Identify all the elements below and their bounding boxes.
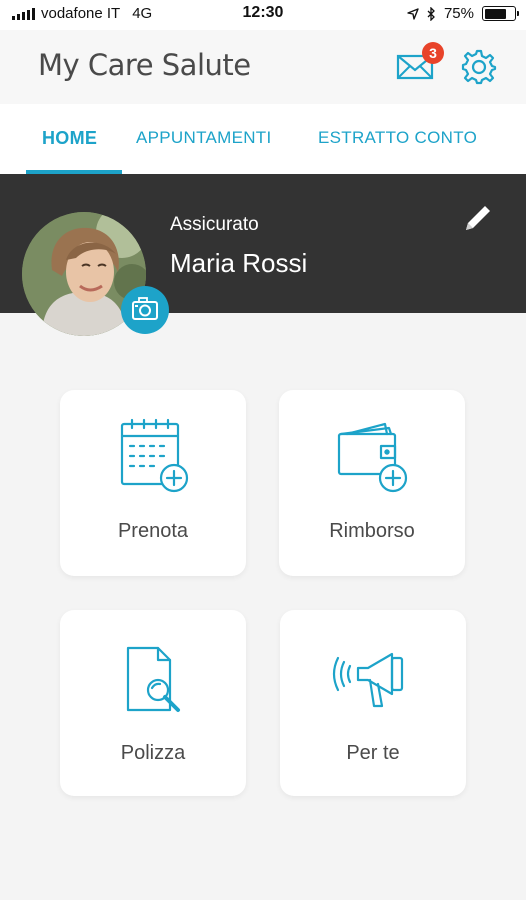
messages-button[interactable]: 3 [396, 42, 444, 82]
bluetooth-icon [427, 6, 435, 21]
app-header: My Care Salute 3 [0, 30, 526, 104]
pencil-icon [466, 206, 490, 230]
wallet-add-icon [327, 414, 417, 504]
calendar-add-icon [108, 414, 198, 504]
document-search-icon [108, 634, 198, 724]
app-logo: My Care Salute [38, 48, 251, 82]
rimborso-card[interactable]: Rimborso [279, 390, 465, 576]
gear-icon [461, 49, 497, 85]
battery-icon [482, 6, 519, 21]
prenota-card[interactable]: Prenota [60, 390, 246, 576]
per-te-card[interactable]: Per te [280, 610, 466, 796]
tab-estratto-conto[interactable]: ESTRATTO CONTO [318, 128, 477, 148]
tab-bar: HOME APPUNTAMENTI ESTRATTO CONTO [0, 104, 526, 174]
megaphone-icon [328, 634, 418, 724]
card-label: Polizza [120, 742, 186, 764]
edit-profile-button[interactable] [460, 200, 496, 236]
notification-badge: 3 [422, 42, 444, 64]
location-arrow-icon [407, 7, 419, 20]
profile-name: Maria Rossi [170, 248, 308, 278]
card-label: Rimborso [329, 520, 415, 542]
settings-button[interactable] [460, 48, 498, 86]
battery-fill [484, 8, 507, 19]
tab-home[interactable]: HOME [42, 128, 97, 149]
change-photo-button[interactable] [121, 286, 169, 334]
camera-icon [132, 297, 158, 320]
polizza-card[interactable]: Polizza [60, 610, 246, 796]
status-right: 75% [407, 5, 519, 22]
tab-appuntamenti[interactable]: APPUNTAMENTI [136, 128, 272, 148]
status-bar: vodafone IT 4G 12:30 75% [0, 0, 526, 30]
card-label: Prenota [117, 520, 189, 542]
card-label: Per te [346, 742, 400, 764]
battery-percent: 75% [443, 5, 474, 22]
profile-role: Assicurato [170, 214, 259, 235]
